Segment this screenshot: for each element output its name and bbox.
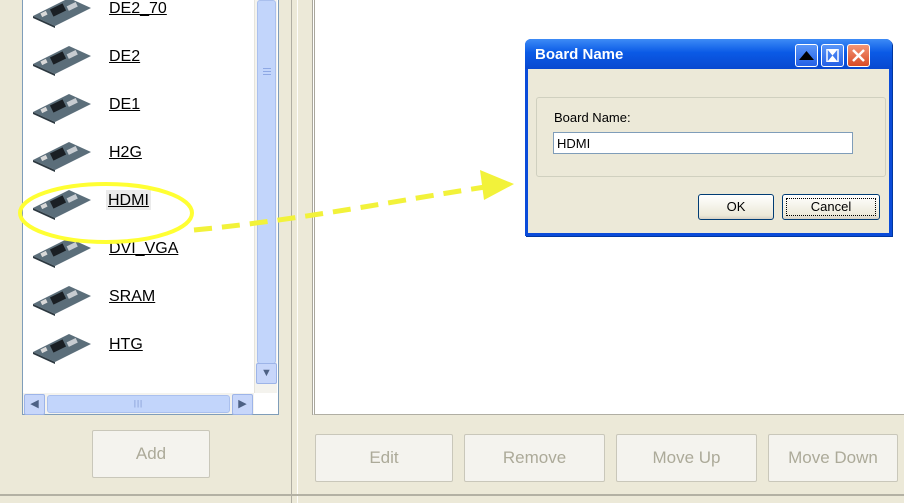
hourglass-icon (826, 49, 839, 62)
dialog-body: Board Name: OK Cancel (528, 69, 889, 233)
arrow-line (193, 184, 486, 233)
cancel-button[interactable]: Cancel (782, 194, 880, 220)
restore-button[interactable] (821, 44, 844, 67)
cancel-label: Cancel (786, 198, 876, 216)
highlight-ring (18, 182, 194, 244)
board-name-label: Board Name: (554, 110, 631, 125)
close-icon (852, 49, 865, 62)
close-button[interactable] (847, 44, 870, 67)
dialog-title-bar[interactable]: Board Name (525, 39, 892, 69)
board-name-dialog: Board Name Board Name: OK (525, 39, 892, 236)
arrow-head-icon (480, 170, 514, 200)
ok-button[interactable]: OK (698, 194, 774, 220)
minimize-button[interactable] (795, 44, 818, 67)
board-name-input[interactable] (553, 132, 853, 154)
dialog-title: Board Name (535, 46, 624, 63)
triangle-up-icon (799, 51, 814, 60)
